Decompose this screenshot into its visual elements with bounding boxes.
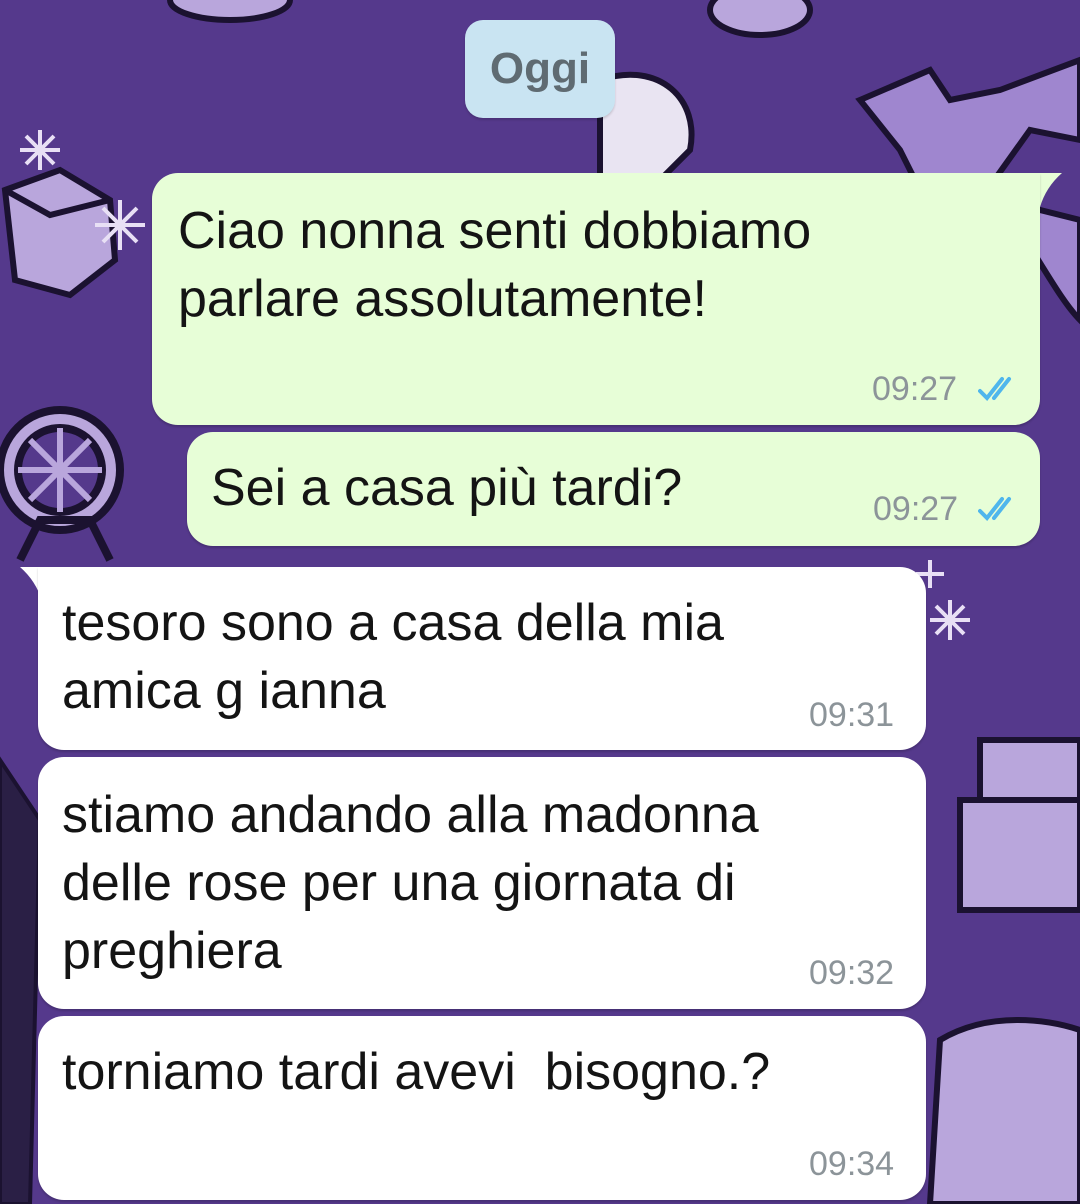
message-bubble-outgoing[interactable]: Ciao nonna senti dobbiamo parlare assolu… bbox=[152, 173, 1040, 425]
date-separator: Oggi bbox=[465, 20, 615, 118]
message-timestamp: 09:32 bbox=[809, 954, 895, 992]
message-timestamp: 09:27 bbox=[872, 370, 958, 408]
message-text: torniamo tardi avevi bisogno.? bbox=[62, 1043, 771, 1101]
message-timestamp: 09:34 bbox=[809, 1145, 895, 1183]
message-text: stiamo andando alla madonna delle rose p… bbox=[62, 786, 759, 980]
message-text: Sei a casa più tardi? bbox=[211, 459, 683, 517]
message-bubble-incoming[interactable]: tesoro sono a casa della mia amica g ian… bbox=[38, 567, 926, 750]
double-check-icon bbox=[978, 377, 1011, 402]
double-check-icon bbox=[978, 497, 1011, 522]
message-bubble-incoming[interactable]: torniamo tardi avevi bisogno.? 09:34 bbox=[38, 1016, 926, 1200]
message-text: Ciao nonna senti dobbiamo parlare assolu… bbox=[178, 202, 812, 328]
message-timestamp: 09:31 bbox=[809, 696, 895, 734]
message-bubble-incoming[interactable]: stiamo andando alla madonna delle rose p… bbox=[38, 757, 926, 1009]
message-text: tesoro sono a casa della mia amica g ian… bbox=[62, 594, 724, 720]
message-bubble-outgoing[interactable]: Sei a casa più tardi? 09:27 bbox=[187, 432, 1040, 546]
message-timestamp: 09:27 bbox=[873, 490, 959, 528]
